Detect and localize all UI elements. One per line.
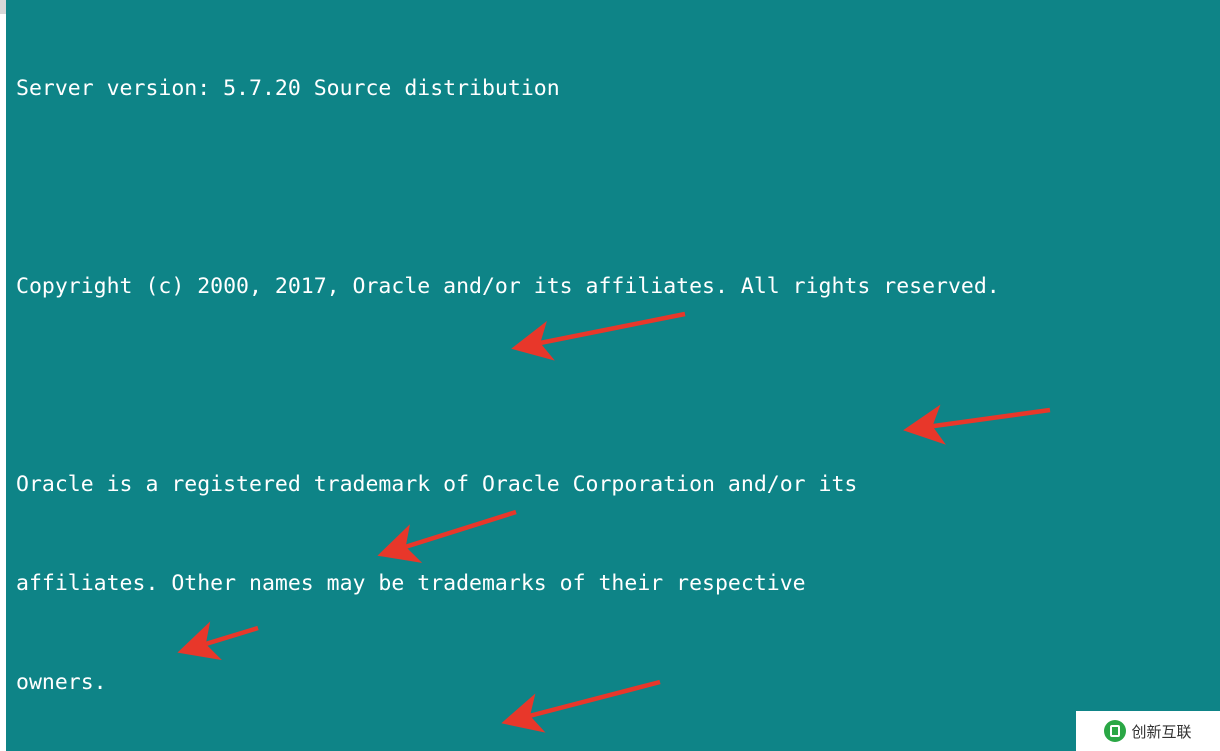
watermark-label: 创新互联 — [1131, 722, 1192, 741]
terminal-line: Oracle is a registered trademark of Orac… — [16, 472, 858, 497]
terminal-line: owners. — [16, 670, 107, 695]
terminal-line: affiliates. Other names may be trademark… — [16, 571, 806, 596]
scrollbar-thumb[interactable] — [0, 0, 6, 14]
screenshot-root: Server version: 5.7.20 Source distributi… — [0, 0, 1220, 751]
shield-icon — [1104, 720, 1127, 742]
terminal-line: Server version: 5.7.20 Source distributi… — [16, 76, 560, 101]
terminal-line: Copyright (c) 2000, 2017, Oracle and/or … — [16, 274, 1000, 299]
terminal-output: Server version: 5.7.20 Source distributi… — [0, 6, 1220, 751]
terminal-scrollbar[interactable] — [0, 0, 6, 751]
terminal-window[interactable]: Server version: 5.7.20 Source distributi… — [0, 0, 1220, 751]
watermark: 创新互联 — [1076, 711, 1220, 751]
